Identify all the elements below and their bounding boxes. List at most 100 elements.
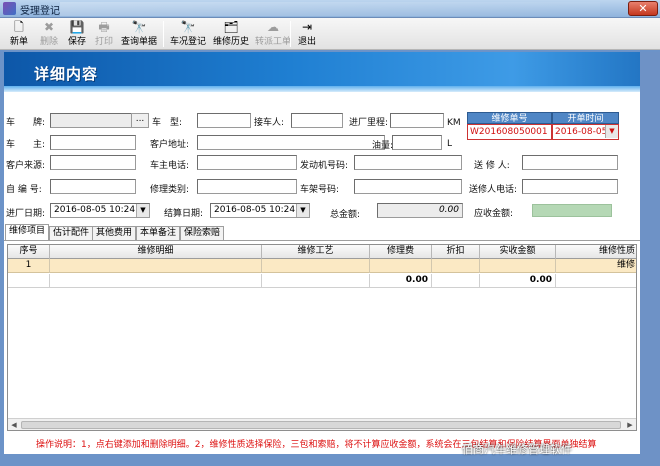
engine-no-input[interactable] xyxy=(354,155,462,170)
summary-discount xyxy=(432,274,480,288)
source-input[interactable] xyxy=(50,155,136,170)
owner-phone-input[interactable] xyxy=(197,155,297,170)
plate-label: 车 牌: xyxy=(6,118,46,128)
sender-phone-input[interactable] xyxy=(522,179,618,194)
print-button[interactable]: 🖶 打印 xyxy=(91,20,117,48)
save-button[interactable]: 💾 保存 xyxy=(64,20,90,48)
watermark: 佰商汽车维修管理软件 xyxy=(462,443,572,456)
exit-button[interactable]: ⇥ 退出 xyxy=(294,20,320,48)
frame-no-input[interactable] xyxy=(354,179,462,194)
vehicle-check-label: 车况登记 xyxy=(169,37,206,47)
row-repair-fee[interactable] xyxy=(370,259,432,273)
window-title: 受理登记 xyxy=(20,6,60,17)
total-label: 总金额: xyxy=(330,210,361,220)
new-document-icon: 🗋 xyxy=(14,20,24,34)
print-label: 打印 xyxy=(94,37,113,47)
tab-order-notes[interactable]: 本单备注 xyxy=(136,226,181,240)
fuel-input[interactable] xyxy=(392,135,442,150)
order-no-value: W201608050001 xyxy=(467,124,552,140)
receivable-amount xyxy=(532,204,612,217)
window-edge xyxy=(640,52,660,466)
query-orders-button[interactable]: 🔭 查询单据 xyxy=(118,20,160,48)
detail-panel: 车 牌: ... 车 型: 接车人: 进厂里程: KM 维修单号 开单时间 W2… xyxy=(4,92,640,454)
history-icon: 🗂 xyxy=(223,20,239,34)
plate-lookup-button[interactable]: ... xyxy=(131,113,149,128)
scroll-right-icon[interactable]: ▶ xyxy=(625,420,635,430)
transfer-order-label: 转派工单 xyxy=(254,37,291,47)
sender-input[interactable] xyxy=(522,155,618,170)
sender-label: 送 修 人: xyxy=(474,161,510,171)
horizontal-scrollbar[interactable]: ◀ ▶ xyxy=(8,418,636,430)
tab-repair-items[interactable]: 维修项目 xyxy=(5,224,50,240)
row-repair-process[interactable] xyxy=(262,259,370,273)
row-discount[interactable] xyxy=(432,259,480,273)
tab-insurance-claim[interactable]: 保险索赔 xyxy=(180,226,225,240)
summary-detail xyxy=(50,274,262,288)
summary-actual-amount: 0.00 xyxy=(480,274,556,288)
repair-type-label: 修理类别: xyxy=(150,185,190,195)
plate-input[interactable] xyxy=(50,113,132,128)
open-date-value: 2016-08-05 xyxy=(555,127,608,137)
mileage-input[interactable] xyxy=(390,113,444,128)
repair-history-label: 维修历史 xyxy=(212,37,249,47)
transfer-order-button[interactable]: ☁ 转派工单 xyxy=(252,20,294,48)
title-bar: 受理登记 ✕ xyxy=(0,0,660,18)
settle-date-value: 2016-08-05 10:24 xyxy=(214,205,296,215)
col-repair-detail[interactable]: 维修明细 xyxy=(50,245,262,259)
row-index: 1 xyxy=(8,259,50,273)
table-summary-row: 0.00 0.00 xyxy=(8,274,636,288)
owner-input[interactable] xyxy=(50,135,136,150)
col-actual-amount[interactable]: 实收金额 xyxy=(480,245,556,259)
col-repair-process[interactable]: 维修工艺 xyxy=(262,245,370,259)
exit-label: 退出 xyxy=(297,37,316,47)
toolbar-separator xyxy=(290,21,291,47)
model-label: 车 型: xyxy=(152,118,183,128)
owner-label: 车 主: xyxy=(6,140,46,150)
tab-estimated-parts[interactable]: 估计配件 xyxy=(49,226,94,240)
receivable-label: 应收金额: xyxy=(474,209,514,219)
row-actual-amount[interactable] xyxy=(480,259,556,273)
repair-type-input[interactable] xyxy=(197,179,297,194)
address-input[interactable] xyxy=(197,135,385,150)
source-label: 客户来源: xyxy=(6,161,46,171)
scrollbar-thumb[interactable] xyxy=(21,421,621,429)
delete-icon: ✖ xyxy=(43,20,55,34)
col-index[interactable]: 序号 xyxy=(8,245,50,259)
detail-banner: 详细内容 xyxy=(4,52,640,92)
in-date-picker[interactable]: 2016-08-05 10:24 ▼ xyxy=(50,203,150,218)
tab-other-fees[interactable]: 其他费用 xyxy=(92,226,137,240)
repair-history-button[interactable]: 🗂 维修历史 xyxy=(210,20,252,48)
save-icon: 💾 xyxy=(69,20,85,34)
row-repair-nature[interactable]: 维修 xyxy=(556,259,636,273)
new-label: 新单 xyxy=(9,37,28,47)
total-amount: 0.00 xyxy=(377,203,463,218)
delete-label: 删除 xyxy=(39,37,58,47)
title-bar-background xyxy=(60,2,600,16)
address-label: 客户地址: xyxy=(150,140,190,150)
vehicle-check-button[interactable]: 🔭 车况登记 xyxy=(167,20,209,48)
delete-button[interactable]: ✖ 删除 xyxy=(36,20,62,48)
receiver-input[interactable] xyxy=(291,113,343,128)
binoculars-icon: 🔭 xyxy=(180,20,196,34)
query-orders-label: 查询单据 xyxy=(120,37,157,47)
tab-divider xyxy=(4,240,640,241)
col-repair-fee[interactable]: 修理费 xyxy=(370,245,432,259)
summary-repair-fee: 0.00 xyxy=(370,274,432,288)
chevron-down-icon: ▼ xyxy=(296,204,309,217)
col-repair-nature[interactable]: 维修性质 xyxy=(556,245,636,259)
order-no-header: 维修单号 xyxy=(467,112,552,124)
scroll-left-icon[interactable]: ◀ xyxy=(9,420,19,430)
new-button[interactable]: 🗋 新单 xyxy=(6,20,32,48)
open-date-select[interactable]: 2016-08-05 ▼ xyxy=(552,124,619,140)
model-input[interactable] xyxy=(197,113,251,128)
table-row[interactable]: 1 维修 xyxy=(8,259,636,273)
col-discount[interactable]: 折扣 xyxy=(432,245,480,259)
row-repair-detail[interactable] xyxy=(50,259,262,273)
owner-phone-label: 车主电话: xyxy=(150,161,190,171)
engine-no-label: 发动机号码: xyxy=(300,161,349,171)
close-button[interactable]: ✕ xyxy=(628,1,658,16)
repair-items-grid[interactable]: 序号 维修明细 维修工艺 修理费 折扣 实收金额 维修性质 1 维修 0.00 … xyxy=(7,244,637,431)
grid-header: 序号 维修明细 维修工艺 修理费 折扣 实收金额 维修性质 xyxy=(8,245,636,259)
settle-date-picker[interactable]: 2016-08-05 10:24 ▼ xyxy=(210,203,310,218)
self-no-input[interactable] xyxy=(50,179,136,194)
